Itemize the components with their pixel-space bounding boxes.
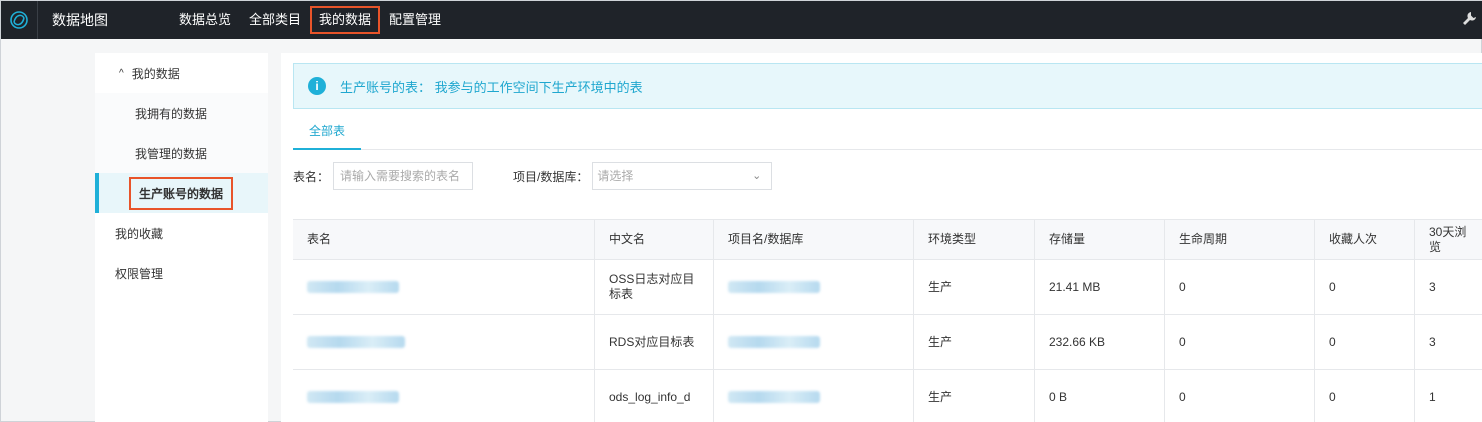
favorites-cell: 0 [1315,315,1415,369]
sidebar-item-production-data[interactable]: 生产账号的数据 [95,173,268,213]
top-bar: 数据地图 数据总览 全部类目 我的数据 配置管理 [1,1,1482,39]
column-header[interactable]: 中文名 [595,220,714,259]
favorites-cell: 0 [1315,370,1415,422]
env-cell: 生产 [914,370,1035,422]
app-title: 数据地图 [52,12,108,28]
views-cell: 3 [1429,334,1436,349]
top-nav: 数据总览 全部类目 我的数据 配置管理 [170,1,450,39]
column-header[interactable]: 环境类型 [914,220,1035,259]
storage-cell: 21.41 MB [1035,260,1165,314]
storage-cell: 0 B [1035,370,1165,422]
redacted-table-name[interactable] [307,391,399,403]
info-notice: i 生产账号的表： 我参与的工作空间下生产环境中的表 [293,63,1482,109]
app-logo[interactable] [1,1,38,39]
redacted-project-name[interactable] [728,336,820,348]
column-header[interactable]: 表名 [293,220,595,259]
table-name-cell[interactable] [293,370,595,422]
redacted-project-name[interactable] [728,391,820,403]
table-row[interactable]: OSS日志对应目标表 生产 21.41 MB 0 0 3 [293,260,1482,315]
notice-text: 生产账号的表： 我参与的工作空间下生产环境中的表 [340,79,643,95]
redacted-table-name[interactable] [307,336,405,348]
sidebar-item-label: 我的收藏 [115,226,164,241]
sidebar: ^ 我的数据 我拥有的数据 我管理的数据 生产账号的数据 我的收藏 权限管理 [95,53,268,422]
main-panel: i 生产账号的表： 我参与的工作空间下生产环境中的表 全部表 表名： 请输入需要… [281,53,1482,422]
project-select[interactable]: 请选择 ⌄ [592,162,773,190]
project-cell[interactable] [714,260,914,314]
logo-icon [10,11,28,29]
nav-item-overview[interactable]: 数据总览 [170,6,240,34]
table-row[interactable]: ods_log_info_d 生产 0 B 0 0 1 [293,370,1482,422]
views-cell: 3 [1429,279,1436,294]
column-header[interactable]: 收藏人次 [1315,220,1415,259]
redacted-table-name[interactable] [307,281,399,293]
table-header-row: 表名 中文名 项目名/数据库 环境类型 存储量 生命周期 收藏人次 30天浏览 [293,220,1482,260]
project-select-placeholder: 请选择 [597,169,634,183]
env-cell: 生产 [914,260,1035,314]
sidebar-group-label: 我的数据 [131,66,180,81]
project-cell[interactable] [714,315,914,369]
sidebar-item-owned-data[interactable]: 我拥有的数据 [95,93,268,133]
env-cell: 生产 [914,315,1035,369]
table-name-label: 表名： [293,169,330,184]
column-header[interactable]: 项目名/数据库 [714,220,914,259]
settings-button[interactable] [1461,10,1477,31]
sidebar-group-my-data[interactable]: ^ 我的数据 [95,53,268,93]
nav-item-my-data[interactable]: 我的数据 [310,6,381,34]
views-cell: 1 [1429,389,1436,404]
cn-name-cell: ods_log_info_d [595,370,714,422]
chevron-down-icon: ⌄ [752,170,762,182]
wrench-icon [1463,12,1476,25]
filter-bar: 表名： 请输入需要搜索的表名 项目/数据库： 请选择 ⌄ [293,162,773,190]
table-row[interactable]: RDS对应目标表 生产 232.66 KB 0 0 3 [293,315,1482,370]
tab-bar: 全部表 [293,117,1482,150]
chevron-up-icon: ^ [119,67,124,79]
column-header[interactable]: 30天浏览 [1415,220,1482,259]
tab-all-tables[interactable]: 全部表 [293,117,361,150]
lifecycle-cell: 0 [1165,315,1315,369]
sidebar-item-label: 我拥有的数据 [135,106,208,121]
column-header[interactable]: 生命周期 [1165,220,1315,259]
nav-item-categories[interactable]: 全部类目 [240,6,310,34]
redacted-project-name[interactable] [728,281,820,293]
cn-name-cell: OSS日志对应目标表 [595,260,714,314]
storage-cell: 232.66 KB [1035,315,1165,369]
favorites-cell: 0 [1315,260,1415,314]
table-name-cell[interactable] [293,260,595,314]
project-label: 项目/数据库： [513,169,589,184]
column-header[interactable]: 存储量 [1035,220,1165,259]
sidebar-item-label: 权限管理 [115,266,164,281]
nav-item-config[interactable]: 配置管理 [380,6,450,34]
project-cell[interactable] [714,370,914,422]
info-icon: i [308,77,326,95]
sidebar-item-label: 我管理的数据 [135,146,208,161]
table-name-cell[interactable] [293,315,595,369]
lifecycle-cell: 0 [1165,370,1315,422]
sidebar-item-permissions[interactable]: 权限管理 [95,253,268,293]
lifecycle-cell: 0 [1165,260,1315,314]
data-table: 表名 中文名 项目名/数据库 环境类型 存储量 生命周期 收藏人次 30天浏览 … [293,219,1482,422]
sidebar-item-managed-data[interactable]: 我管理的数据 [95,133,268,173]
cn-name-cell: RDS对应目标表 [595,315,714,369]
sidebar-item-label: 生产账号的数据 [129,176,234,210]
table-name-input[interactable]: 请输入需要搜索的表名 [333,162,474,190]
sidebar-item-favorites[interactable]: 我的收藏 [95,213,268,253]
